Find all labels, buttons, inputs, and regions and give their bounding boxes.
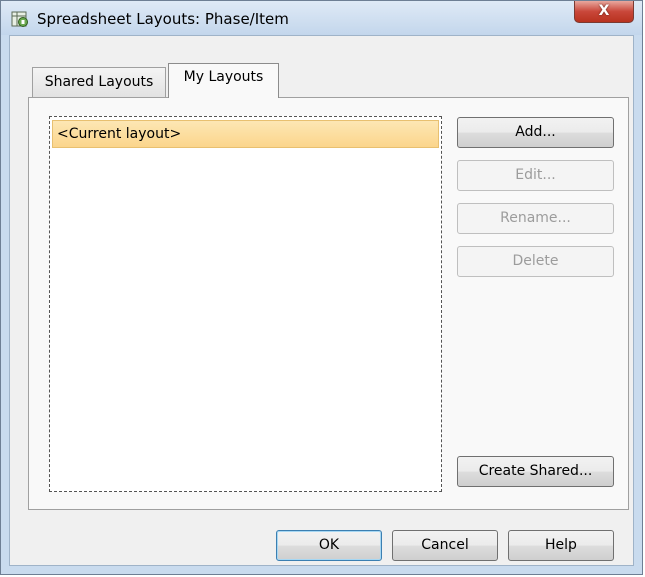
close-icon: X [598, 3, 610, 19]
dialog-client-area: Shared Layouts My Layouts <Current layou… [9, 35, 634, 566]
tab-panel: <Current layout> Add... Edit... Rename..… [28, 97, 629, 510]
list-item[interactable]: <Current layout> [52, 120, 439, 148]
help-button[interactable]: Help [508, 530, 614, 561]
spreadsheet-app-icon [11, 11, 28, 27]
layouts-list[interactable]: <Current layout> [49, 116, 442, 492]
dialog-window: Spreadsheet Layouts: Phase/Item X Shared… [0, 0, 643, 575]
delete-button[interactable]: Delete [457, 246, 614, 277]
title-bar[interactable]: Spreadsheet Layouts: Phase/Item X [1, 1, 642, 35]
rename-button[interactable]: Rename... [457, 203, 614, 234]
ok-button[interactable]: OK [276, 530, 382, 561]
tab-my-layouts[interactable]: My Layouts [168, 63, 279, 98]
tab-shared-layouts[interactable]: Shared Layouts [32, 67, 166, 97]
edit-button[interactable]: Edit... [457, 160, 614, 191]
window-title: Spreadsheet Layouts: Phase/Item [37, 10, 289, 28]
create-shared-button[interactable]: Create Shared... [457, 456, 614, 487]
close-button[interactable]: X [574, 1, 634, 23]
add-button[interactable]: Add... [457, 117, 614, 148]
cancel-button[interactable]: Cancel [392, 530, 498, 561]
